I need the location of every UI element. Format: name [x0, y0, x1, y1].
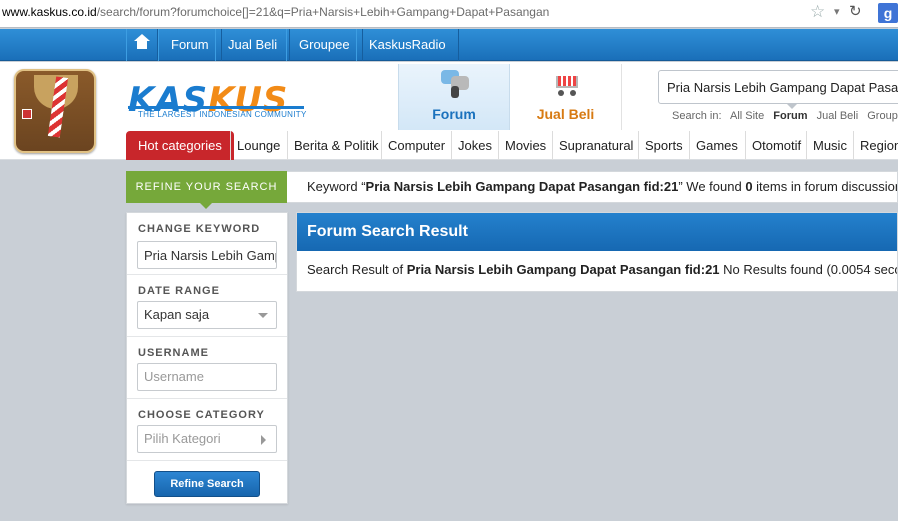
results-title: Forum Search Result	[297, 213, 897, 251]
home-button[interactable]	[126, 29, 158, 61]
nav-groupee[interactable]: Groupee	[286, 29, 363, 61]
section-choose-category: CHOOSE CATEGORY Pilih Kategori	[127, 399, 287, 461]
category-jokes[interactable]: Jokes	[451, 131, 498, 160]
chevron-down-icon	[258, 313, 268, 318]
chevron-right-icon	[261, 435, 266, 445]
refine-your-search-tab: REFINE YOUR SEARCH	[126, 171, 287, 209]
section-date-range: DATE RANGE Kapan saja	[127, 275, 287, 337]
category-lounge[interactable]: Lounge	[230, 131, 286, 160]
date-range-select[interactable]: Kapan saja	[137, 301, 277, 329]
home-icon	[134, 34, 150, 51]
category-computer[interactable]: Computer	[381, 131, 451, 160]
username-field[interactable]: Username	[137, 363, 277, 391]
tab-jual-beli[interactable]: Jual Beli	[510, 64, 622, 130]
category-sports[interactable]: Sports	[638, 131, 689, 160]
category-supranatural[interactable]: Supranatural	[552, 131, 639, 160]
scope-forum[interactable]: Forum	[773, 110, 807, 122]
chevron-down-icon[interactable]: ▾	[834, 5, 840, 18]
nav-jual-beli[interactable]: Jual Beli	[215, 29, 291, 61]
category-hot[interactable]: Hot categories	[126, 131, 234, 160]
url-path: /search/forum?forumchoice[]=21&q=Pria+Na…	[96, 5, 550, 19]
search-results-panel: Forum Search Result Search Result of Pri…	[296, 212, 898, 292]
nav-forum[interactable]: Forum	[158, 29, 222, 61]
url-domain: www.kaskus.co.id	[2, 5, 97, 19]
nav-kaskusradio[interactable]: KaskusRadio	[356, 29, 459, 61]
bookmark-star-icon[interactable]: ☆	[810, 2, 825, 22]
category-berita-politik[interactable]: Berita & Politik	[287, 131, 385, 160]
category-otomotif[interactable]: Otomotif	[745, 131, 807, 160]
browser-address-bar[interactable]: www.kaskus.co.id/search/forum?forumchoic…	[0, 0, 898, 28]
search-input[interactable]	[659, 71, 898, 103]
url-text[interactable]: www.kaskus.co.id/search/forum?forumchoic…	[2, 5, 549, 19]
category-bar: Hot categories Lounge Berita & Politik C…	[0, 131, 898, 160]
shopping-cart-icon	[552, 72, 582, 96]
keyword-summary: Keyword “Pria Narsis Lebih Gampang Dapat…	[287, 171, 898, 203]
scope-all-site[interactable]: All Site	[730, 110, 764, 122]
scope-group[interactable]: Group	[867, 110, 898, 122]
scope-jual-beli[interactable]: Jual Beli	[817, 110, 859, 122]
site-search-box[interactable]	[658, 70, 898, 104]
keyword-field[interactable]	[137, 241, 277, 269]
google-extension-icon[interactable]: g	[878, 3, 898, 23]
category-games[interactable]: Games	[689, 131, 744, 160]
tab-forum[interactable]: Forum	[398, 64, 510, 130]
refine-panel: CHANGE KEYWORD DATE RANGE Kapan saja USE…	[126, 212, 288, 504]
category-music[interactable]: Music	[806, 131, 853, 160]
results-message: Search Result of Pria Narsis Lebih Gampa…	[307, 262, 897, 277]
category-select[interactable]: Pilih Kategori	[137, 425, 277, 453]
refine-search-button[interactable]: Refine Search	[154, 471, 260, 497]
top-navigation: Forum Jual Beli Groupee KaskusRadio	[0, 29, 898, 61]
section-change-keyword: CHANGE KEYWORD	[127, 213, 287, 275]
logo-tagline: THE LARGEST INDONESIAN COMMUNITY	[138, 110, 307, 119]
search-scope: Search in: All Site Forum Jual Beli Grou…	[672, 110, 898, 122]
reload-icon[interactable]: ↻	[849, 2, 862, 20]
category-movies[interactable]: Movies	[498, 131, 552, 160]
section-username: USERNAME Username	[127, 337, 287, 399]
chat-bubble-icon	[441, 70, 469, 98]
category-regional[interactable]: Regional	[853, 131, 898, 160]
